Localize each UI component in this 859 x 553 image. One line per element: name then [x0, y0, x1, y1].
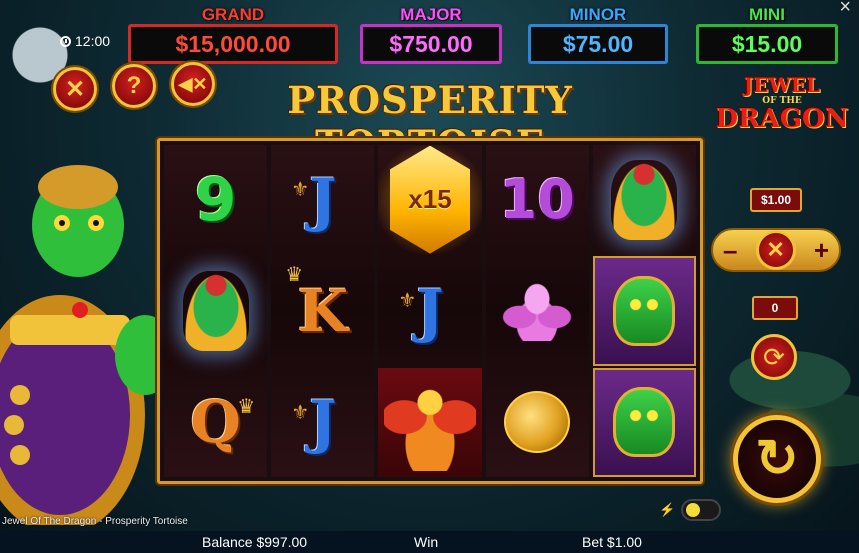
- game-name-label: Jewel Of The Dragon - Prosperity Tortois…: [2, 516, 188, 527]
- reel-3: x15 J ⚜: [378, 145, 482, 477]
- fleur-de-lis-icon: ⚜: [291, 179, 310, 201]
- jackpot-mini-label: MINI: [749, 5, 785, 24]
- lightning-icon: ⚡: [659, 502, 676, 517]
- gem-icon: x15: [390, 145, 470, 254]
- tortoise-wild-frame: [592, 256, 697, 366]
- jackpot-major-label: MAJOR: [400, 5, 462, 24]
- bet-display: Bet $1.00: [582, 534, 642, 550]
- lotus-icon: [502, 280, 573, 341]
- tortoise-head-icon: [613, 275, 676, 346]
- symbol-label: K: [297, 276, 349, 345]
- clock-time: 12:00: [75, 33, 111, 49]
- reel-5: [592, 145, 697, 477]
- crown-icon: ♛: [285, 264, 304, 287]
- fleur-de-lis-icon: ⚜: [291, 401, 310, 424]
- jackpot-major-value: $750.00: [360, 24, 502, 64]
- koi-icon: [504, 391, 571, 454]
- phoenix-symbol: [378, 367, 482, 477]
- bet-value-display: $1.00: [750, 188, 802, 212]
- tortoise-wild-frame: [592, 367, 697, 477]
- autospin-count: 0: [752, 296, 798, 320]
- jackpot-minor-value: $75.00: [528, 24, 668, 64]
- jack-symbol: J ⚜: [378, 256, 481, 365]
- symbol-label: J: [309, 388, 337, 457]
- jackpot-mini: MINI $15.00: [696, 6, 838, 64]
- symbol-label: J: [309, 165, 337, 234]
- autoplay-button[interactable]: ⟳: [751, 334, 797, 380]
- turbo-toggle[interactable]: ⚡: [659, 499, 722, 521]
- tortoise-stack-icon: [182, 270, 249, 351]
- koi-symbol: [486, 368, 589, 477]
- clock-icon: [60, 35, 71, 47]
- fleur-de-lis-icon: ⚜: [398, 290, 417, 313]
- tortoise-head-icon: [613, 387, 676, 458]
- turbo-switch-knob[interactable]: [686, 503, 701, 517]
- clock: 12:00: [60, 33, 110, 49]
- reels-container: 9 Q ♛ J ⚜ K ♛ J ⚜ x15 J ⚜ 10: [164, 145, 697, 477]
- jack-symbol: J ⚜: [271, 368, 374, 477]
- spin-arrow-icon: ↻: [755, 430, 799, 488]
- tortoise-character-icon: [0, 165, 170, 525]
- ten-symbol: 10: [486, 145, 589, 254]
- symbol-label: J: [416, 276, 444, 345]
- jackpot-mini-value: $15.00: [696, 24, 838, 64]
- bet-adjuster: – ✕ +: [711, 228, 841, 272]
- jackpot-major: MAJOR $750.00: [360, 6, 502, 64]
- crown-icon: ♛: [237, 395, 256, 418]
- jackpot-grand: GRAND $15,000.00: [128, 6, 338, 64]
- help-button[interactable]: ?: [112, 64, 156, 108]
- symbol-label: Q: [190, 388, 241, 457]
- exit-button[interactable]: ✕: [53, 67, 97, 111]
- autoplay-icon: ⟳: [763, 341, 785, 372]
- status-bar: Balance $997.00 Win Bet $1.00: [0, 531, 859, 553]
- close-game-icon[interactable]: ×: [839, 0, 851, 19]
- tortoise-wild-symbol: [592, 367, 697, 477]
- reel-4: 10: [485, 145, 589, 477]
- tortoise-wild-symbol: [592, 256, 697, 366]
- lotus-symbol: [486, 256, 589, 365]
- jackpot-minor: MINOR $75.00: [528, 6, 668, 64]
- bet-increase-button[interactable]: +: [814, 235, 829, 266]
- jewel-of-the-dragon-logo: JEWEL OF THE DRAGON: [715, 73, 849, 134]
- symbol-label: 9: [194, 164, 237, 235]
- bet-decrease-button[interactable]: –: [723, 235, 737, 266]
- bet-center-icon[interactable]: ✕: [755, 230, 796, 270]
- reel-2: J ⚜ K ♛ J ⚜: [271, 145, 375, 477]
- jackpot-grand-value: $15,000.00: [128, 24, 338, 64]
- spin-button[interactable]: ↻: [733, 415, 821, 503]
- jackpot-grand-label: GRAND: [201, 5, 265, 24]
- reel-grid: 9 Q ♛ J ⚜ K ♛ J ⚜ x15 J ⚜ 10: [157, 138, 703, 484]
- gem-multiplier-symbol: x15: [378, 145, 482, 255]
- turbo-switch-track[interactable]: [681, 499, 722, 521]
- phoenix-icon: [384, 373, 476, 472]
- tortoise-stack-icon: [611, 159, 678, 240]
- win-display: Win: [414, 534, 439, 550]
- symbol-label: 10: [499, 168, 575, 232]
- tortoise-stack-symbol: [164, 256, 267, 365]
- queen-symbol: Q ♛: [164, 368, 267, 477]
- jackpot-minor-label: MINOR: [569, 5, 627, 24]
- tortoise-stack-symbol: [593, 145, 696, 254]
- reel-1: 9 Q ♛: [164, 145, 268, 477]
- balance-display: Balance $997.00: [202, 534, 308, 550]
- gem-multiplier: x15: [408, 184, 452, 215]
- king-symbol: K ♛: [271, 256, 374, 365]
- nine-symbol: 9: [164, 145, 267, 254]
- jack-symbol: J ⚜: [271, 145, 374, 254]
